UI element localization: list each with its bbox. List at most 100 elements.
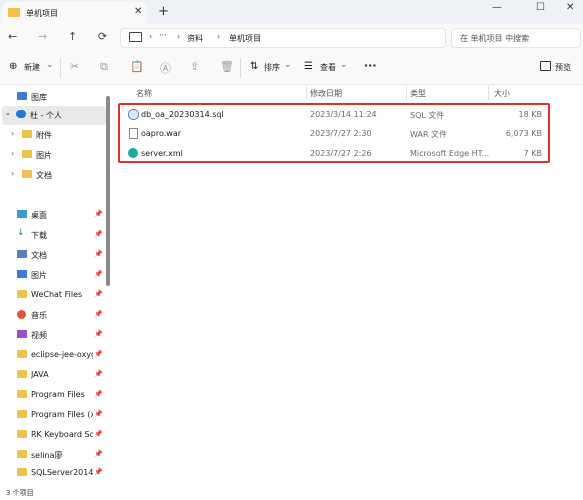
sidebar-item-rk-keyboard[interactable]: RK Keyboard Software 📌	[0, 426, 104, 445]
rename-icon[interactable]: Ⓐ	[160, 60, 171, 76]
toolbar-divider	[240, 58, 241, 78]
pin-icon[interactable]: 📌	[94, 250, 103, 258]
breadcrumb-separator: ›	[149, 32, 153, 41]
sidebar-item-label: 文档	[31, 251, 47, 260]
folder-icon	[17, 468, 27, 476]
copy-icon[interactable]: ⧉	[100, 60, 108, 74]
breadcrumb-item[interactable]: 单机项目	[229, 33, 261, 44]
chevron-right-icon: ›	[11, 169, 15, 178]
pin-icon[interactable]: 📌	[94, 390, 103, 398]
column-divider[interactable]	[306, 86, 307, 100]
tab-active[interactable]: 单机项目 ✕	[2, 2, 146, 24]
folder-icon	[8, 8, 20, 17]
view-button[interactable]: 查看	[320, 62, 336, 73]
sidebar-item-pictures-cloud[interactable]: › 图片	[0, 146, 104, 165]
sidebar-item-program-files[interactable]: Program Files 📌	[0, 386, 104, 405]
download-icon: ↓	[17, 228, 25, 238]
sidebar-scrollbar[interactable]	[106, 96, 110, 286]
sidebar-item-java[interactable]: JAVA 📌	[0, 366, 104, 385]
chevron-down-icon: ⌄	[5, 109, 11, 117]
sidebar-item-wechat-files[interactable]: WeChat Files 📌	[0, 286, 104, 305]
delete-icon[interactable]: 🗑	[220, 60, 234, 73]
cloud-icon	[16, 110, 26, 118]
sidebar-item-downloads[interactable]: ↓ 下载 📌	[0, 226, 104, 245]
more-options-button[interactable]: ···	[364, 59, 377, 72]
videos-icon	[17, 330, 27, 338]
navigation-pane	[0, 85, 112, 485]
up-button[interactable]: ↑	[68, 30, 77, 43]
new-plus-icon: ⊕	[9, 61, 18, 72]
sidebar-item-label: 图库	[31, 93, 47, 102]
column-header-type[interactable]: 类型	[410, 88, 426, 99]
column-divider[interactable]	[488, 86, 489, 100]
annotation-highlight-box	[118, 103, 550, 163]
pin-icon[interactable]: 📌	[94, 370, 103, 378]
sidebar-item-eclipse[interactable]: eclipse-jee-oxygen 📌	[0, 346, 104, 365]
documents-icon	[17, 250, 27, 258]
new-tab-button[interactable]: +	[158, 4, 169, 19]
pin-icon[interactable]: 📌	[94, 350, 103, 358]
sidebar-item-documents[interactable]: 文档 📌	[0, 246, 104, 265]
tab-close-icon[interactable]: ✕	[134, 6, 142, 17]
back-button[interactable]: ←	[8, 30, 17, 43]
address-bar[interactable]: › ··· › 资料 › 单机项目	[120, 28, 446, 48]
sort-button[interactable]: 排序	[264, 62, 280, 73]
sidebar-item-label: Program Files (x86)	[31, 410, 93, 419]
sidebar-item-attachments[interactable]: › 附件	[0, 126, 104, 145]
sidebar-item-label: 杜 - 个人	[30, 111, 62, 120]
sidebar-item-documents-cloud[interactable]: › 文档	[0, 166, 104, 185]
folder-icon	[17, 290, 27, 298]
close-button[interactable]: ✕	[566, 2, 574, 13]
breadcrumb-more[interactable]: ···	[159, 31, 167, 40]
sidebar-item-label: WeChat Files	[31, 290, 83, 299]
preview-button[interactable]: 预览	[555, 62, 571, 73]
breadcrumb-separator: ›	[177, 32, 181, 41]
pictures-icon	[17, 270, 27, 278]
pin-icon[interactable]: 📌	[94, 430, 103, 438]
cut-icon[interactable]: ✂	[70, 60, 79, 73]
minimize-button[interactable]: —	[492, 2, 502, 13]
pin-icon[interactable]: 📌	[94, 410, 103, 418]
paste-icon[interactable]: 📋	[130, 60, 144, 73]
pin-icon[interactable]: 📌	[94, 230, 103, 238]
share-icon[interactable]: ⇪	[190, 60, 199, 73]
forward-button[interactable]: →	[38, 30, 47, 43]
maximize-button[interactable]: ☐	[536, 2, 545, 13]
chevron-right-icon: ›	[11, 149, 15, 158]
sidebar-item-label: RK Keyboard Software	[31, 430, 93, 439]
column-divider[interactable]	[406, 86, 407, 100]
search-input[interactable]: 在 单机项目 中搜索	[451, 28, 581, 48]
preview-pane-icon	[540, 61, 551, 71]
search-placeholder: 在 单机项目 中搜索	[460, 34, 530, 43]
view-chevron-icon: ⌄	[340, 60, 348, 70]
pin-icon[interactable]: 📌	[94, 450, 103, 458]
sidebar-item-desktop[interactable]: 桌面 📌	[0, 206, 104, 225]
new-button[interactable]: 新建	[24, 62, 40, 73]
column-header-modified[interactable]: 修改日期	[310, 88, 342, 99]
pin-icon[interactable]: 📌	[94, 330, 103, 338]
toolbar-divider	[60, 58, 61, 78]
sidebar-item-selina[interactable]: selina廖 📌	[0, 446, 104, 465]
pin-icon[interactable]: 📌	[94, 290, 103, 298]
pin-icon[interactable]: 📌	[94, 210, 103, 218]
pin-icon[interactable]: 📌	[94, 310, 103, 318]
sidebar-item-pictures[interactable]: 图片 📌	[0, 266, 104, 285]
sidebar-item-label: Program Files	[31, 390, 85, 399]
sidebar-item-videos[interactable]: 视频 📌	[0, 326, 104, 345]
refresh-button[interactable]: ⟳	[98, 30, 107, 43]
folder-icon	[17, 350, 27, 358]
sidebar-item-onedrive[interactable]: ⌄ 杜 - 个人	[2, 106, 106, 125]
sidebar-item-music[interactable]: 音乐 📌	[0, 306, 104, 325]
breadcrumb-item[interactable]: 资料	[187, 33, 203, 44]
column-header-size[interactable]: 大小	[494, 88, 510, 99]
sort-chevron-icon: ⌄	[284, 60, 292, 70]
pin-icon[interactable]: 📌	[94, 468, 103, 476]
sidebar-item-sqlserver[interactable]: SQLServer2014 📌	[0, 464, 104, 483]
folder-icon	[22, 130, 32, 138]
sidebar-item-gallery[interactable]: 图库	[0, 88, 104, 107]
pin-icon[interactable]: 📌	[94, 270, 103, 278]
folder-icon	[17, 410, 27, 418]
column-header-name[interactable]: 名称	[136, 88, 152, 99]
sidebar-item-label: 图片	[36, 151, 52, 160]
sidebar-item-program-files-x86[interactable]: Program Files (x86) 📌	[0, 406, 104, 425]
